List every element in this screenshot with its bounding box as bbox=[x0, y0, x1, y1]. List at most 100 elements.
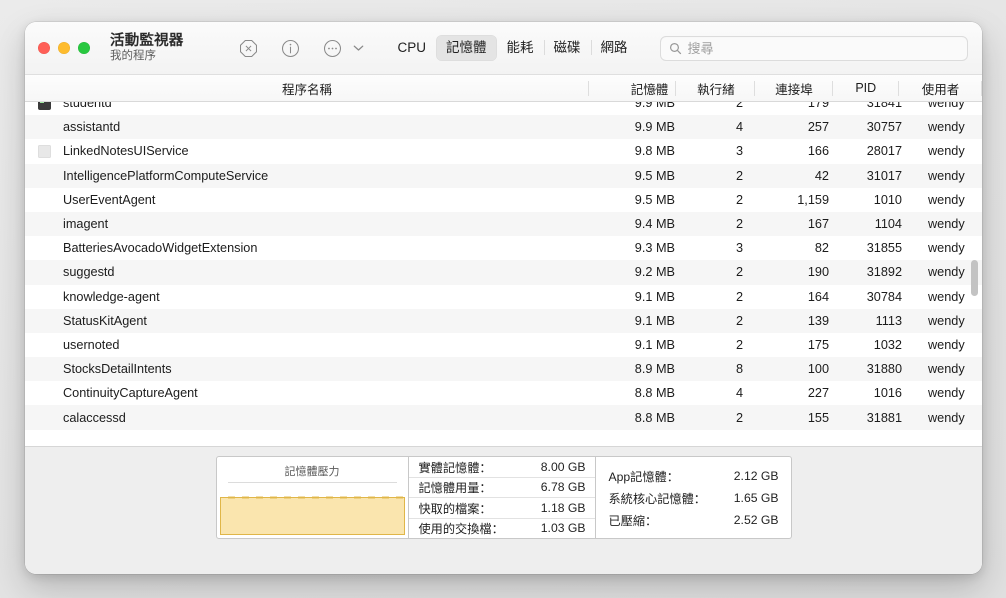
column-header-pid[interactable]: PID bbox=[833, 75, 900, 101]
table-row[interactable]: IntelligencePlatformComputeService 9.5 MB… bbox=[25, 163, 982, 188]
memory-stat-label: 使用的交換檔： bbox=[418, 522, 504, 537]
cell-memory: 9.4 MB bbox=[634, 217, 675, 232]
cell-pid: 1016 bbox=[873, 386, 902, 401]
table-scrollbar[interactable] bbox=[970, 102, 979, 446]
memory-pressure-title: 記憶體壓力 bbox=[284, 466, 340, 478]
table-row[interactable]: assistantd 9.9 MB 4 257 30757 wendy bbox=[25, 115, 982, 140]
quit-process-button[interactable] bbox=[238, 37, 260, 59]
column-header-ports[interactable]: 連接埠 bbox=[755, 75, 833, 101]
column-header-memory[interactable]: 記憶體 bbox=[589, 75, 677, 101]
cell-memory: 9.9 MB bbox=[634, 120, 675, 135]
memory-stat-value: 2.52 GB bbox=[733, 512, 779, 527]
memory-stat-row: 快取的檔案： 1.18 GB bbox=[408, 498, 595, 519]
cell-memory: 8.9 MB bbox=[634, 362, 675, 377]
memory-stat-label: 記憶體用量： bbox=[418, 481, 492, 496]
cell-memory: 9.1 MB bbox=[634, 313, 675, 328]
minimize-button[interactable] bbox=[58, 42, 70, 54]
cell-threads: 2 bbox=[735, 289, 743, 304]
scrollbar-thumb[interactable] bbox=[971, 260, 978, 296]
cell-ports: 166 bbox=[807, 144, 829, 159]
cell-memory: 9.1 MB bbox=[634, 337, 675, 352]
table-row[interactable]: usernoted 9.1 MB 2 175 1032 wendy bbox=[25, 333, 982, 357]
search-input[interactable] bbox=[687, 40, 959, 56]
cell-process-name: UserEventAgent bbox=[63, 192, 156, 207]
cell-pid: 1010 bbox=[873, 192, 902, 207]
cell-process-name: studentd bbox=[63, 102, 112, 111]
table-row[interactable]: UserEventAgent 9.5 MB 2 1,159 1010 wendy bbox=[25, 188, 982, 212]
cell-ports: 1,159 bbox=[797, 192, 829, 207]
cell-threads: 4 bbox=[735, 120, 743, 135]
ellipsis-circle-icon bbox=[323, 39, 342, 58]
table-row[interactable]: StocksDetailIntents 8.9 MB 8 100 31880 wendy bbox=[25, 357, 982, 382]
table-row[interactable]: LinkedNotesUIService 9.8 MB 3 166 28017 wendy bbox=[25, 139, 982, 163]
cell-pid: 31881 bbox=[866, 410, 902, 425]
cell-memory: 9.5 MB bbox=[634, 168, 675, 183]
search-field[interactable] bbox=[659, 35, 968, 61]
cell-memory: 9.1 MB bbox=[634, 289, 675, 304]
memory-stat-row: App記憶體： 2.12 GB bbox=[609, 467, 779, 485]
cell-memory: 9.9 MB bbox=[634, 102, 675, 111]
column-header-user[interactable]: 使用者 bbox=[899, 75, 982, 101]
cell-pid: 30757 bbox=[866, 120, 902, 135]
toolbar-actions bbox=[238, 37, 364, 59]
memory-summary-panel: 記憶體壓力 實體記憶體： 8.00 GB 記憶體用量： 6.78 GB 快取的檔案： 1.… bbox=[25, 446, 982, 574]
cell-ports: 164 bbox=[807, 289, 829, 304]
tab-network[interactable]: 網路 bbox=[590, 35, 638, 61]
table-row[interactable]: calaccessd 8.8 MB 2 155 31881 wendy bbox=[25, 405, 982, 430]
column-header-name[interactable]: 程序名稱 bbox=[25, 75, 590, 101]
more-options-chevron[interactable] bbox=[353, 39, 364, 57]
tab-cpu[interactable]: CPU bbox=[388, 35, 437, 61]
chevron-down-icon bbox=[353, 39, 364, 57]
cell-process-name: imagent bbox=[63, 217, 109, 232]
cell-threads: 2 bbox=[735, 313, 743, 328]
tab-energy[interactable]: 能耗 bbox=[497, 35, 544, 61]
table-row[interactable]: studentd 9.9 MB 2 179 31841 wendy bbox=[25, 102, 982, 115]
table-row[interactable]: StatusKitAgent 9.1 MB 2 139 1113 wendy bbox=[25, 308, 982, 333]
cell-pid: 31892 bbox=[866, 265, 902, 280]
cell-ports: 190 bbox=[807, 265, 829, 280]
cell-pid: 30784 bbox=[866, 289, 902, 304]
memory-stat-label: 已壓縮： bbox=[608, 513, 658, 528]
cell-ports: 257 bbox=[807, 120, 829, 135]
generic-app-icon-glyph bbox=[37, 144, 51, 158]
cell-threads: 8 bbox=[735, 362, 743, 377]
page-title: 活動監視器 bbox=[110, 32, 184, 49]
cell-process-name: LinkedNotesUIService bbox=[63, 144, 189, 159]
memory-stat-value: 1.18 GB bbox=[540, 500, 586, 515]
zoom-button[interactable] bbox=[78, 42, 90, 54]
memory-stat-value: 1.03 GB bbox=[540, 521, 586, 536]
table-row[interactable]: imagent 9.4 MB 2 167 1104 wendy bbox=[25, 211, 982, 237]
tab-memory[interactable]: 記憶體 bbox=[436, 35, 497, 61]
cell-ports: 42 bbox=[814, 168, 829, 183]
cell-ports: 227 bbox=[807, 386, 829, 401]
memory-stats-group: 記憶體壓力 實體記憶體： 8.00 GB 記憶體用量： 6.78 GB 快取的檔案： 1.… bbox=[215, 456, 792, 539]
tab-disk[interactable]: 磁碟 bbox=[543, 35, 591, 61]
cell-memory: 9.5 MB bbox=[634, 192, 675, 207]
cell-process-name: ContinuityCaptureAgent bbox=[63, 386, 198, 401]
cell-threads: 3 bbox=[735, 241, 743, 256]
close-button[interactable] bbox=[38, 42, 50, 54]
table-row[interactable]: suggestd 9.2 MB 2 190 31892 wendy bbox=[25, 260, 982, 285]
cell-threads: 2 bbox=[735, 102, 743, 111]
cell-pid: 31841 bbox=[866, 102, 902, 111]
terminal-app-icon bbox=[25, 102, 63, 110]
memory-pressure-gridline bbox=[227, 482, 397, 483]
search-icon bbox=[669, 42, 682, 55]
cell-threads: 2 bbox=[735, 337, 743, 352]
memory-stat-label: 系統核心記憶體： bbox=[608, 491, 707, 506]
cell-process-name: usernoted bbox=[63, 337, 120, 352]
cell-pid: 1032 bbox=[873, 337, 902, 352]
column-header-threads[interactable]: 執行緒 bbox=[676, 75, 756, 101]
cell-process-name: IntelligencePlatformComputeService bbox=[63, 168, 269, 183]
cell-memory: 9.2 MB bbox=[634, 265, 675, 280]
memory-stat-value: 8.00 GB bbox=[540, 459, 586, 474]
table-row[interactable]: ContinuityCaptureAgent 8.8 MB 4 227 1016 wend… bbox=[25, 381, 982, 405]
table-row[interactable]: knowledge-agent 9.1 MB 2 164 30784 wendy bbox=[25, 285, 982, 309]
terminal-app-icon-glyph bbox=[37, 102, 51, 110]
window-controls bbox=[38, 42, 90, 54]
cell-process-name: assistantd bbox=[63, 120, 121, 135]
table-row[interactable]: BatteriesAvocadoWidgetExtension 9.3 MB 3 82… bbox=[25, 236, 982, 260]
more-options-button[interactable] bbox=[322, 37, 344, 59]
inspect-process-button[interactable] bbox=[280, 37, 302, 59]
cell-pid: 31855 bbox=[866, 241, 902, 256]
